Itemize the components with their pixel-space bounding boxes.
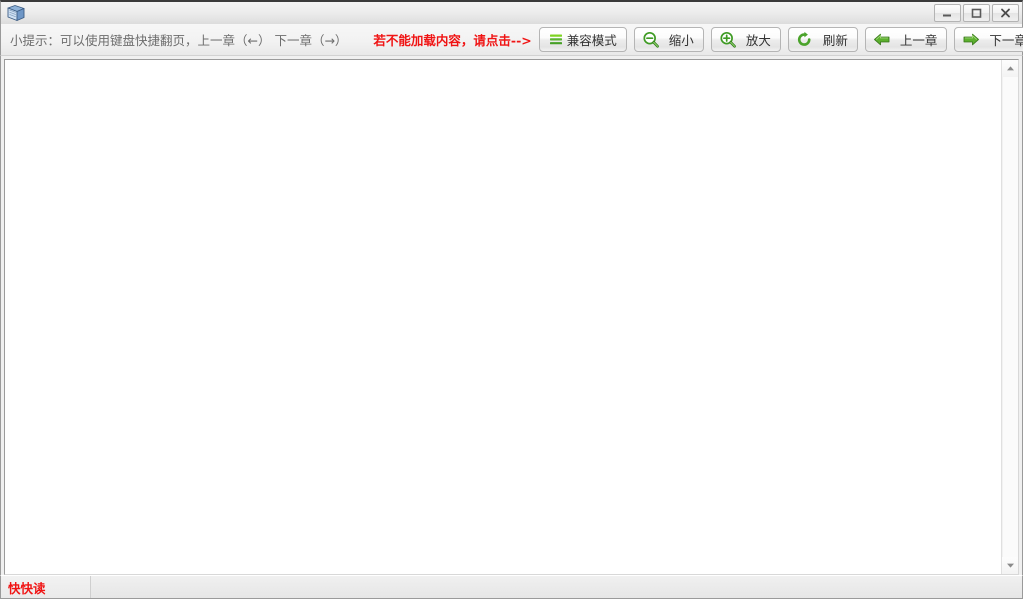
reader-page-canvas[interactable] <box>5 60 1001 574</box>
toolbar: 小提示：可以使用键盘快捷翻页，上一章（←） 下一章（→） 若不能加载内容，请点击… <box>0 24 1023 56</box>
status-bar: 快快读 <box>0 575 1023 599</box>
scroll-track[interactable] <box>1002 77 1018 557</box>
zoom-in-icon <box>719 31 737 49</box>
compat-mode-label: 兼容模式 <box>567 30 617 49</box>
refresh-icon <box>796 31 814 49</box>
arrow-left-icon <box>873 31 891 49</box>
next-chapter-button[interactable]: 下一章 <box>954 27 1023 52</box>
next-chapter-label: 下一章 <box>989 30 1023 49</box>
caret-down-icon <box>1006 562 1015 569</box>
minimize-icon <box>942 9 953 18</box>
close-button[interactable] <box>992 4 1019 22</box>
window-controls <box>932 2 1019 24</box>
prev-chapter-label: 上一章 <box>900 30 938 49</box>
refresh-label: 刷新 <box>823 30 848 49</box>
prev-chapter-button[interactable]: 上一章 <box>865 27 948 52</box>
maximize-button[interactable] <box>963 4 990 22</box>
zoom-in-button[interactable]: 放大 <box>711 27 781 52</box>
load-alert-label: 若不能加载内容，请点击--> <box>373 30 531 49</box>
close-icon <box>1000 8 1011 18</box>
status-panel-primary: 快快读 <box>1 576 91 598</box>
refresh-button[interactable]: 刷新 <box>788 27 858 52</box>
maximize-icon <box>971 8 982 18</box>
status-label: 快快读 <box>8 578 46 597</box>
status-panel-secondary <box>91 576 1022 598</box>
vertical-scrollbar[interactable] <box>1001 60 1018 574</box>
minimize-button[interactable] <box>934 4 961 22</box>
scroll-up-button[interactable] <box>1002 60 1018 77</box>
keyboard-hint-label: 小提示：可以使用键盘快捷翻页，上一章（←） 下一章（→） <box>10 30 347 49</box>
zoom-in-label: 放大 <box>746 30 771 49</box>
compat-mode-button[interactable]: 兼容模式 <box>539 27 627 52</box>
arrow-right-icon <box>962 31 980 49</box>
lines-icon <box>547 31 565 49</box>
zoom-out-button[interactable]: 缩小 <box>634 27 704 52</box>
application-window: 小提示：可以使用键盘快捷翻页，上一章（←） 下一章（→） 若不能加载内容，请点击… <box>0 0 1023 599</box>
caret-up-icon <box>1006 65 1015 72</box>
content-wrapper <box>0 56 1023 575</box>
content-frame <box>4 59 1019 575</box>
title-bar <box>0 0 1023 24</box>
zoom-out-icon <box>642 31 660 49</box>
book-icon <box>6 4 26 22</box>
scroll-down-button[interactable] <box>1002 557 1018 574</box>
zoom-out-label: 缩小 <box>669 30 694 49</box>
